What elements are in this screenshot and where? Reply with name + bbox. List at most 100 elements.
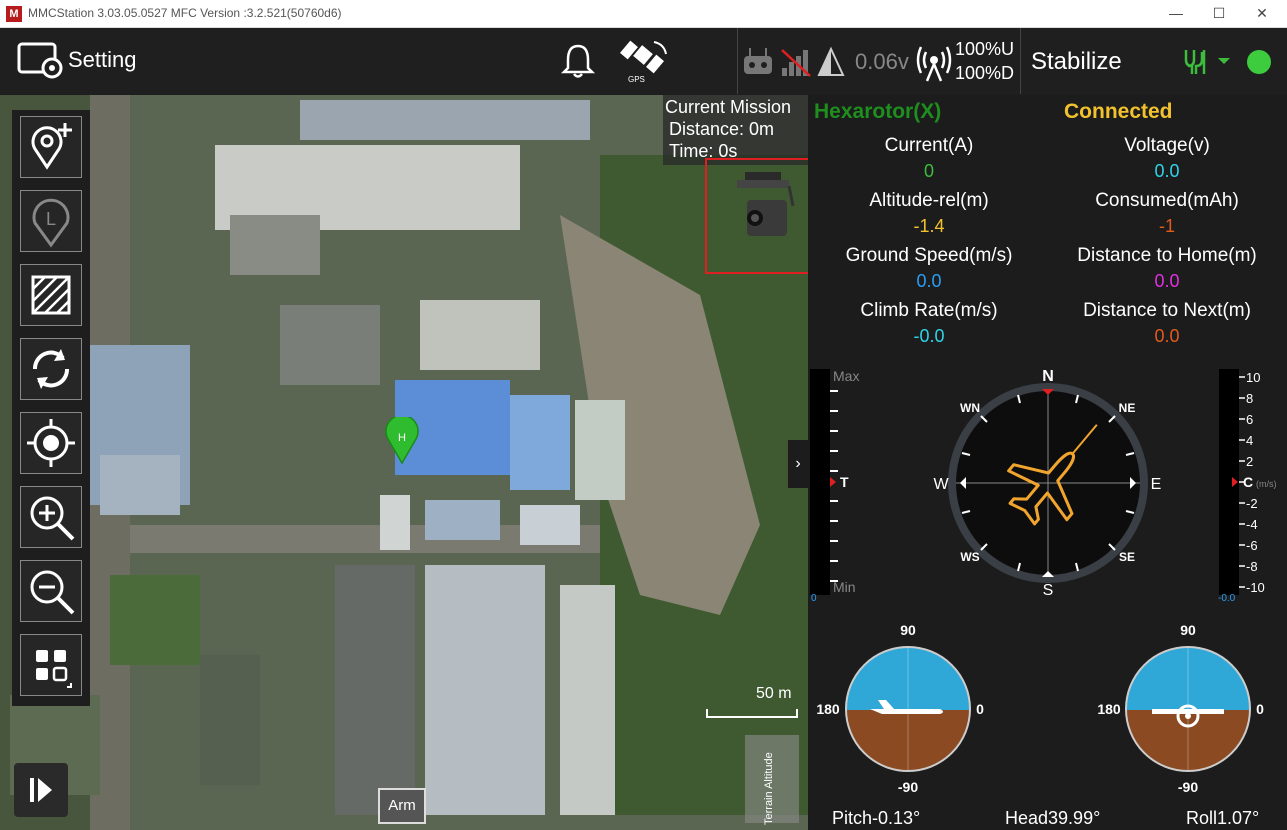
telemetry-label: Voltage(v) bbox=[1124, 135, 1210, 156]
connection-status: Connected bbox=[1064, 100, 1173, 123]
map-view[interactable]: Current Mission Distance: 0m Time: 0s H … bbox=[0, 95, 808, 830]
telemetry-value: 0 bbox=[923, 161, 934, 181]
add-location-icon bbox=[31, 123, 72, 170]
add-waypoint-button[interactable] bbox=[20, 116, 82, 178]
setting-label: Setting bbox=[68, 47, 137, 72]
telemetry-value: 0.0 bbox=[1154, 271, 1180, 291]
remote-controller-icon bbox=[744, 48, 772, 74]
land-point-button[interactable]: L bbox=[20, 190, 82, 252]
window-titlebar: M MMCStation 3.03.05.0527 MFC Version :3… bbox=[0, 0, 1287, 28]
locate-vehicle-button[interactable] bbox=[20, 412, 82, 474]
map-scale-bar bbox=[706, 709, 798, 718]
home-marker-icon[interactable]: H bbox=[384, 417, 420, 465]
window-title: MMCStation 3.03.05.0527 MFC Version :3.2… bbox=[28, 6, 342, 20]
connection-plug-icon[interactable] bbox=[1180, 46, 1236, 78]
climb-tick-label: 6 bbox=[1246, 412, 1253, 427]
telemetry-label: Distance to Next(m) bbox=[1083, 300, 1251, 321]
voltage-readout: 0.06v bbox=[855, 49, 909, 74]
toolbar-divider bbox=[1020, 28, 1021, 94]
crosshair-icon bbox=[27, 419, 75, 467]
climb-tick-label: -2 bbox=[1246, 496, 1258, 511]
gps-satellite-icon[interactable]: GPS bbox=[620, 38, 670, 86]
compass-west: W bbox=[933, 476, 949, 493]
compass-east: E bbox=[1151, 476, 1162, 493]
apps-grid-icon bbox=[36, 650, 72, 688]
telemetry-label: Altitude-rel(m) bbox=[869, 190, 989, 211]
roll-attitude-indicator: 90 -90 180 0 bbox=[1097, 622, 1264, 795]
link-up-readout: 100%U bbox=[955, 39, 1015, 59]
climb-tick-label: 8 bbox=[1246, 391, 1253, 406]
climb-tick-label: -8 bbox=[1246, 559, 1258, 574]
climb-tick-label: -4 bbox=[1246, 517, 1258, 532]
zoom-in-button[interactable] bbox=[20, 486, 82, 548]
settings-gear-icon bbox=[17, 42, 63, 79]
survey-area-button[interactable] bbox=[20, 264, 82, 326]
climb-tick-label: 10 bbox=[1246, 370, 1260, 385]
altitude-tape: Max Min T 0 bbox=[810, 368, 859, 604]
home-marker-label: H bbox=[398, 432, 406, 444]
telemetry-value: 0.0 bbox=[916, 271, 942, 291]
close-button[interactable]: ✕ bbox=[1250, 3, 1274, 23]
zoom-out-button[interactable] bbox=[20, 560, 82, 622]
pitch-attitude-indicator: 90 -90 180 0 bbox=[816, 622, 984, 795]
zoom-out-icon bbox=[30, 570, 75, 615]
refresh-button[interactable] bbox=[20, 338, 82, 400]
telemetry-value: -1.4 bbox=[913, 216, 945, 236]
compass-southeast: SE bbox=[1119, 550, 1135, 564]
arm-button[interactable]: Arm bbox=[378, 788, 426, 824]
app-logo-icon: M bbox=[6, 6, 22, 22]
mission-title: Current Mission bbox=[665, 97, 792, 117]
roll-right-label: 0 bbox=[1256, 701, 1264, 717]
altitude-marker-label: T bbox=[840, 474, 849, 490]
panel-collapse-button[interactable]: › bbox=[788, 440, 808, 488]
minimize-button[interactable]: — bbox=[1164, 3, 1188, 23]
refresh-icon bbox=[32, 349, 70, 389]
climb-tick-label: -10 bbox=[1246, 580, 1265, 595]
pitch-right-label: 0 bbox=[976, 701, 984, 717]
roll-top-label: 90 bbox=[1180, 622, 1196, 638]
terrain-altitude-panel[interactable]: Terrain Altitude bbox=[745, 735, 799, 825]
gimbal-camera-icon bbox=[737, 172, 795, 236]
compass-south: S bbox=[1043, 582, 1054, 599]
terrain-altitude-label: Terrain Altitude bbox=[763, 752, 775, 825]
payload-camera-highlight[interactable] bbox=[705, 158, 808, 274]
zoom-in-icon bbox=[30, 496, 75, 541]
heading-readout: Head39.99° bbox=[1005, 808, 1101, 828]
top-toolbar: Setting GPS 0.06v 100%U 100%D Stabilize bbox=[0, 28, 1287, 94]
altitude-max-label: Max bbox=[833, 368, 859, 384]
radio-antenna-icon bbox=[916, 46, 952, 82]
pitch-bottom-label: -90 bbox=[898, 779, 918, 795]
telemetry-value: 0.0 bbox=[1154, 326, 1180, 346]
pitch-top-label: 90 bbox=[900, 622, 916, 638]
flight-mode[interactable]: Stabilize bbox=[1031, 48, 1122, 76]
altitude-min-label: Min bbox=[833, 579, 856, 595]
land-location-icon: L bbox=[32, 198, 70, 248]
setting-button[interactable]: Setting bbox=[16, 40, 137, 80]
climb-unit-label: (m/s) bbox=[1256, 479, 1277, 489]
climb-readout: -0.0 bbox=[1218, 593, 1236, 604]
roll-bottom-label: -90 bbox=[1178, 779, 1198, 795]
mission-distance: Distance: 0m bbox=[669, 119, 775, 139]
pitch-readout: Pitch-0.13° bbox=[832, 808, 921, 828]
maximize-button[interactable]: ☐ bbox=[1207, 3, 1231, 23]
survey-grid-icon bbox=[31, 275, 71, 315]
telemetry-value: -0.0 bbox=[913, 326, 945, 346]
link-down-readout: 100%D bbox=[955, 63, 1015, 83]
play-mission-button[interactable] bbox=[14, 763, 68, 817]
telemetry-label: Ground Speed(m/s) bbox=[845, 245, 1013, 266]
map-layers-button[interactable] bbox=[20, 634, 82, 696]
gps-label: GPS bbox=[628, 75, 645, 84]
telemetry-label: Distance to Home(m) bbox=[1077, 245, 1257, 266]
climb-marker-label: C bbox=[1243, 474, 1253, 490]
climb-tick-label: -6 bbox=[1246, 538, 1258, 553]
map-scale-label: 50 m bbox=[756, 685, 792, 702]
telemetry-value: -1 bbox=[1158, 216, 1175, 236]
bell-icon[interactable] bbox=[560, 42, 596, 80]
altitude-zero-label: 0 bbox=[811, 593, 817, 604]
svg-text:L: L bbox=[46, 209, 56, 229]
compass-north: N bbox=[1042, 368, 1054, 385]
mission-panel: Current Mission Distance: 0m Time: 0s bbox=[663, 95, 808, 165]
telemetry-label: Current(A) bbox=[884, 135, 974, 156]
compass-northwest: WN bbox=[960, 401, 980, 415]
play-icon bbox=[30, 778, 52, 802]
